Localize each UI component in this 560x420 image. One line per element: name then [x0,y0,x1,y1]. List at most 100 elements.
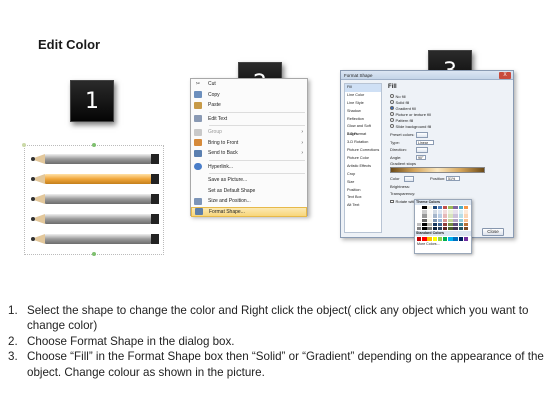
color-swatch[interactable] [453,222,458,227]
color-swatch[interactable] [437,237,443,241]
menu-item-cut[interactable]: ✂ Cut [191,79,307,90]
more-colors-item[interactable]: More Colors... [415,242,471,247]
color-swatch[interactable] [437,226,443,231]
color-swatch[interactable] [417,210,422,214]
color-swatch[interactable] [417,218,422,222]
color-swatch[interactable] [422,237,427,241]
color-swatch[interactable] [458,222,463,227]
color-swatch[interactable] [432,226,437,231]
pencil-gray[interactable] [31,194,161,204]
menu-item-edit-text[interactable]: Edit Text [191,114,307,125]
nav-item-crop[interactable]: Crop [345,171,381,179]
color-swatch[interactable] [427,237,432,241]
pencil-orange[interactable] [31,174,161,184]
color-swatch[interactable] [432,237,437,241]
menu-item-paste[interactable]: Paste [191,100,307,111]
color-swatch[interactable] [422,206,427,210]
menu-item-group[interactable]: Group › [191,127,307,138]
position-input[interactable]: 51% [446,176,460,182]
color-swatch[interactable] [458,226,463,231]
color-swatch[interactable] [463,222,469,227]
nav-item-picture-color[interactable]: Picture Color [345,155,381,163]
color-swatch[interactable] [458,237,463,241]
color-swatch[interactable] [432,210,437,214]
color-swatch[interactable] [417,222,422,227]
nav-item-3d-format[interactable]: 3-D Format [345,131,381,139]
color-swatch[interactable] [427,210,432,214]
color-swatch[interactable] [442,214,448,218]
pencil-gray[interactable] [31,154,161,164]
color-swatch[interactable] [448,214,453,218]
nav-item-reflection[interactable]: Reflection [345,116,381,124]
menu-item-send-to-back[interactable]: Send to Back › [191,148,307,159]
color-swatch[interactable] [422,222,427,227]
color-swatch[interactable] [422,214,427,218]
color-swatch[interactable] [442,218,448,222]
color-swatch[interactable] [453,214,458,218]
selection-handle[interactable] [92,143,96,147]
color-dropdown[interactable] [404,176,414,182]
color-swatch[interactable] [427,218,432,222]
selection-handle[interactable] [92,252,96,256]
color-swatch[interactable] [437,210,443,214]
nav-item-alt-text[interactable]: Alt Text [345,202,381,210]
color-swatch[interactable] [432,222,437,227]
color-swatch[interactable] [448,210,453,214]
color-swatch[interactable] [432,206,437,210]
color-swatch[interactable] [417,237,422,241]
nav-item-text-box[interactable]: Text Box [345,194,381,202]
color-swatch[interactable] [427,206,432,210]
color-swatch[interactable] [463,206,469,210]
nav-item-fill[interactable]: Fill [345,84,381,92]
color-swatch[interactable] [432,218,437,222]
color-swatch[interactable] [417,214,422,218]
color-swatch[interactable] [453,218,458,222]
type-dropdown[interactable]: Linear [416,139,434,145]
pencil-selection[interactable] [22,143,164,256]
color-swatch[interactable] [458,210,463,214]
color-swatch[interactable] [453,210,458,214]
menu-item-format-shape[interactable]: Format Shape... [191,206,307,217]
color-swatch[interactable] [448,237,453,241]
color-swatch[interactable] [463,226,469,231]
color-swatch[interactable] [448,218,453,222]
color-swatch[interactable] [422,210,427,214]
color-swatch[interactable] [442,237,448,241]
color-swatch[interactable] [417,226,422,231]
nav-item-size[interactable]: Size [345,179,381,187]
color-swatch[interactable] [463,210,469,214]
color-swatch[interactable] [463,214,469,218]
color-swatch[interactable] [463,218,469,222]
close-icon[interactable]: X [499,72,511,79]
color-swatch[interactable] [453,206,458,210]
menu-item-size-position[interactable]: Size and Position... [191,196,307,207]
color-swatch[interactable] [437,222,443,227]
color-swatch[interactable] [427,222,432,227]
color-swatch[interactable] [453,226,458,231]
nav-item-line-style[interactable]: Line Style [345,100,381,108]
selection-handle[interactable] [22,143,26,147]
nav-item-line-color[interactable]: Line Color [345,92,381,100]
color-swatch[interactable] [448,222,453,227]
nav-item-artistic-effects[interactable]: Artistic Effects [345,163,381,171]
color-swatch[interactable] [448,206,453,210]
color-swatch[interactable] [422,226,427,231]
menu-item-hyperlink[interactable]: Hyperlink... [191,162,307,173]
nav-item-shadow[interactable]: Shadow [345,108,381,116]
menu-item-bring-to-front[interactable]: Bring to Front › [191,138,307,149]
color-swatch[interactable] [427,214,432,218]
color-swatch[interactable] [463,237,469,241]
color-swatch[interactable] [437,214,443,218]
color-swatch[interactable] [422,218,427,222]
gradient-stops-bar[interactable] [390,167,485,173]
nav-item-picture-corrections[interactable]: Picture Corrections [345,147,381,155]
fill-option[interactable]: Slide background fill [386,123,512,129]
color-swatch[interactable] [442,226,448,231]
menu-item-copy[interactable]: Copy [191,90,307,101]
pencil-gray[interactable] [31,234,161,244]
preset-colors-dropdown[interactable] [416,132,428,138]
color-swatch[interactable] [432,214,437,218]
color-swatch[interactable] [437,206,443,210]
direction-dropdown[interactable] [416,147,428,153]
color-swatch[interactable] [442,206,448,210]
